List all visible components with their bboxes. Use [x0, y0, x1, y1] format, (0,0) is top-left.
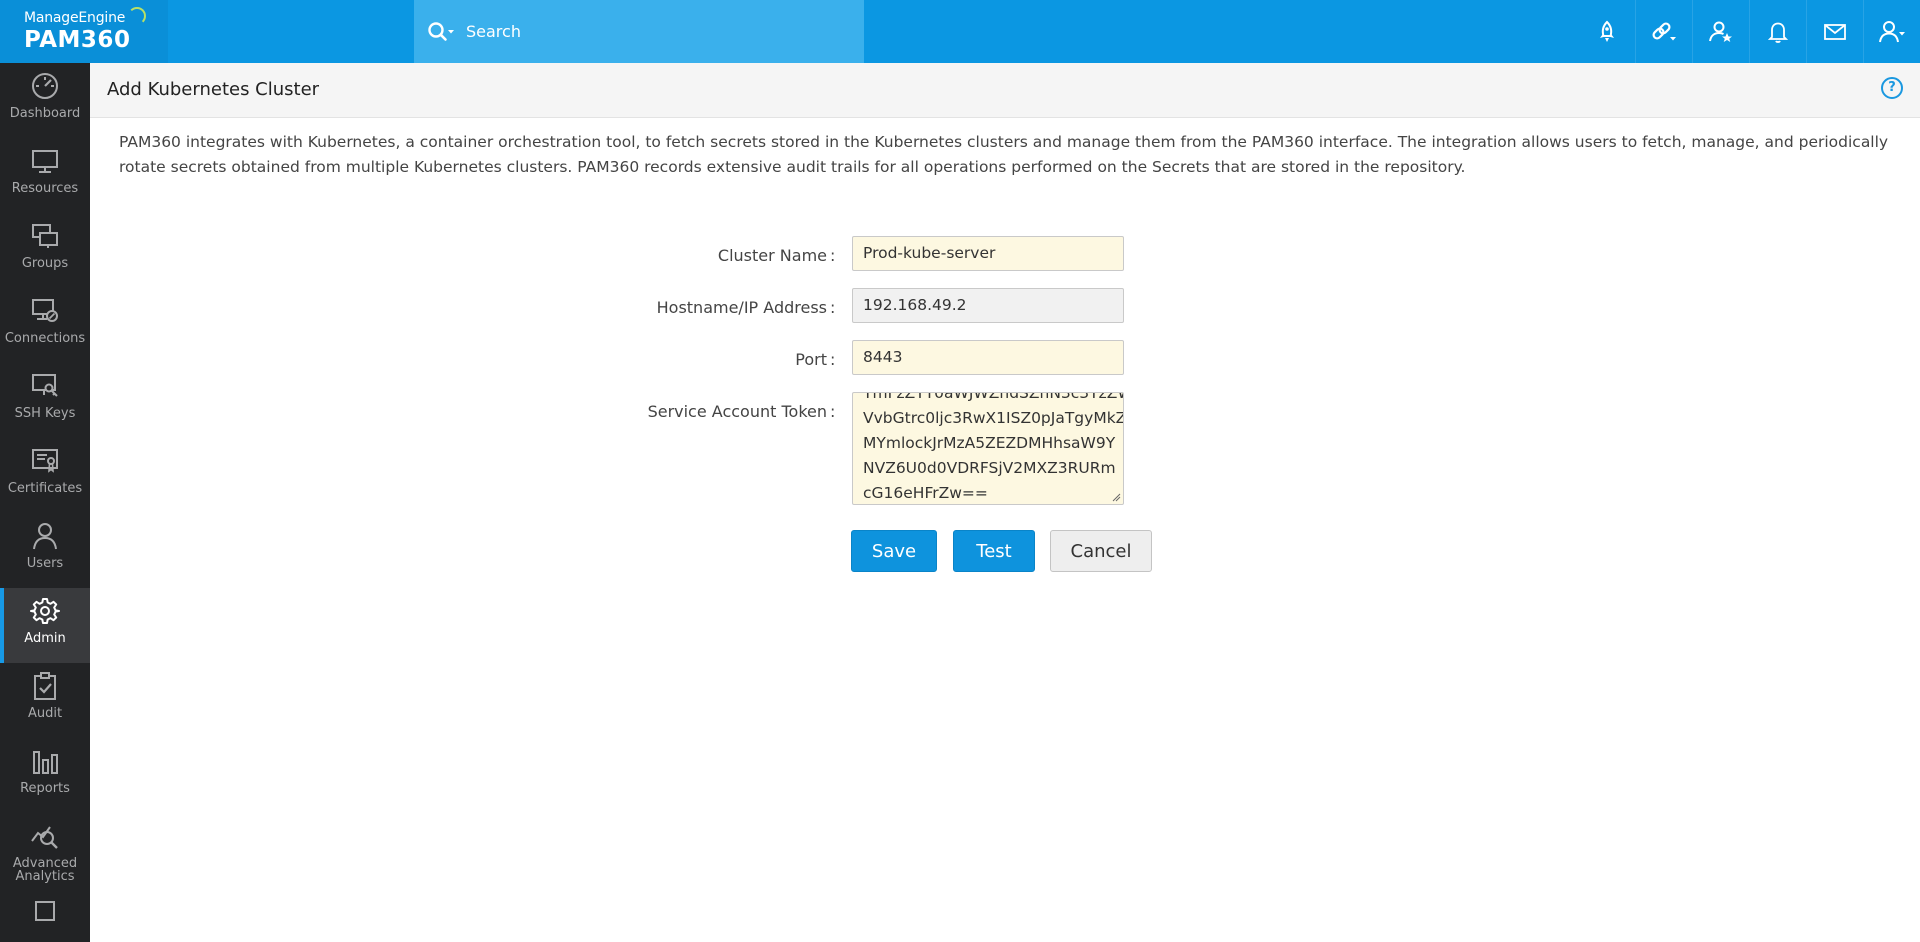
sidebar-item-label: Certificates: [7, 481, 83, 496]
token-line: VvbGtrc0ljc3RwX1ISZ0pJaTgyMkZ: [863, 409, 1124, 427]
hostname-label: Hostname/IP Address: [656, 298, 827, 317]
label-colon: :: [830, 298, 836, 317]
cancel-button[interactable]: Cancel: [1050, 530, 1152, 572]
token-text: YmFzZTY0aWJWZndSZnN3c3YzZW VvbGtrc0ljc3R…: [863, 392, 1124, 504]
sidebar-item-label: Resources: [11, 181, 79, 196]
pam360-logo[interactable]: ManageEngine PAM360: [0, 0, 168, 63]
save-button[interactable]: Save: [851, 530, 937, 572]
logo-arc-icon: [128, 7, 146, 25]
sidebar-item-certificates[interactable]: Certificates: [0, 438, 90, 513]
sidebar-item-admin[interactable]: Admin: [0, 588, 90, 663]
token-line: cG16eHFrZw==: [863, 484, 988, 502]
main-content: Add Kubernetes Cluster ? PAM360 integrat…: [90, 63, 1920, 942]
sidebar-item-more[interactable]: [0, 888, 90, 942]
service-account-token-label: Service Account Token: [647, 402, 827, 421]
search-icon[interactable]: [426, 17, 456, 47]
brand-pam360: PAM360: [24, 27, 131, 53]
cluster-name-label: Cluster Name: [717, 246, 827, 265]
bar-chart-icon: [33, 751, 58, 774]
ssh-key-icon: [32, 374, 58, 397]
test-button[interactable]: Test: [953, 530, 1035, 572]
token-line: NVZ6U0d0VDRFSjV2MXZ3RURm: [863, 459, 1116, 477]
search-placeholder[interactable]: Search: [466, 22, 521, 41]
monitor-icon: [32, 150, 58, 173]
page-description: PAM360 integrates with Kubernetes, a con…: [119, 133, 1889, 176]
dashboard-icon: [32, 73, 58, 99]
link-icon[interactable]: [1635, 0, 1692, 63]
more-icon: [35, 901, 55, 921]
user-star-icon[interactable]: [1692, 0, 1749, 63]
sidebar-item-groups[interactable]: Groups: [0, 213, 90, 288]
user-icon[interactable]: [1863, 0, 1920, 63]
sidebar-item-label: Admin: [24, 631, 66, 646]
sidebar-item-advanced-analytics[interactable]: Advanced Analytics: [0, 813, 90, 888]
clipboard-check-icon: [34, 672, 56, 700]
sidebar-item-label: Dashboard: [9, 106, 81, 121]
page-header: Add Kubernetes Cluster ?: [90, 63, 1920, 118]
header-actions: [1579, 0, 1920, 63]
groups-icon: [32, 224, 58, 248]
mail-icon[interactable]: [1806, 0, 1863, 63]
page-title: Add Kubernetes Cluster: [107, 79, 320, 100]
connections-icon: [32, 299, 58, 322]
sidebar: Dashboard Resources Groups Connections S…: [0, 63, 90, 942]
cluster-name-input[interactable]: Prod-kube-server: [852, 236, 1124, 271]
token-line: YmFzZTY0aWJWZndSZnN3c3YzZW: [863, 392, 1124, 402]
top-bar: ManageEngine PAM360 Search: [0, 0, 1920, 63]
token-line: MYmlockJrMzA5ZEZDMHhsaW9Y: [863, 434, 1116, 452]
sidebar-item-label: Groups: [21, 256, 69, 271]
sidebar-item-label: Reports: [20, 781, 70, 796]
resize-handle-icon[interactable]: [1111, 492, 1121, 502]
sidebar-item-audit[interactable]: Audit: [0, 663, 90, 738]
global-search-bar[interactable]: Search: [414, 0, 864, 63]
brand-manageengine: ManageEngine: [24, 10, 126, 26]
sidebar-item-users[interactable]: Users: [0, 513, 90, 588]
sidebar-item-label: SSH Keys: [14, 406, 76, 421]
certificate-icon: [32, 449, 58, 473]
sidebar-item-ssh-keys[interactable]: SSH Keys: [0, 363, 90, 438]
help-icon[interactable]: ?: [1881, 77, 1903, 99]
sidebar-item-reports[interactable]: Reports: [0, 738, 90, 813]
user-icon: [33, 523, 57, 550]
gear-icon: [30, 598, 60, 624]
sidebar-item-resources[interactable]: Resources: [0, 138, 90, 213]
sidebar-item-dashboard[interactable]: Dashboard: [0, 63, 90, 138]
rocket-icon[interactable]: [1579, 0, 1635, 63]
sidebar-item-label: Connections: [4, 331, 86, 346]
port-input[interactable]: 8443: [852, 340, 1124, 375]
sidebar-item-label: Users: [26, 556, 64, 571]
label-colon: :: [830, 402, 836, 421]
analytics-icon: [31, 826, 58, 849]
label-colon: :: [830, 350, 836, 369]
port-label: Port: [795, 350, 827, 369]
sidebar-item-label: Advanced Analytics: [12, 856, 78, 884]
bell-icon[interactable]: [1749, 0, 1806, 63]
sidebar-item-label: Audit: [27, 706, 63, 721]
hostname-input[interactable]: 192.168.49.2: [852, 288, 1124, 323]
service-account-token-textarea[interactable]: YmFzZTY0aWJWZndSZnN3c3YzZW VvbGtrc0ljc3R…: [852, 392, 1124, 505]
label-colon: :: [830, 246, 836, 265]
sidebar-item-connections[interactable]: Connections: [0, 288, 90, 363]
